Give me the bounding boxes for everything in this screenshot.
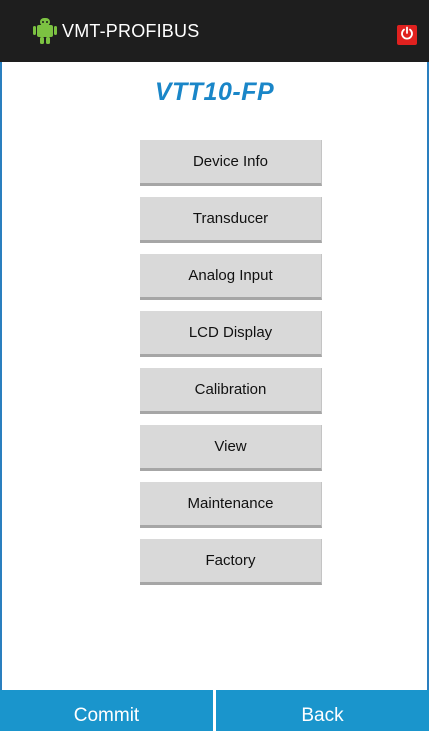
back-button[interactable]: Back <box>216 690 429 731</box>
main-menu: Device Info Transducer Analog Input LCD … <box>140 140 322 596</box>
commit-button[interactable]: Commit <box>0 690 216 731</box>
bottom-action-bar: Commit Back <box>0 690 429 731</box>
title-bar: VMT-PROFIBUS <box>0 0 429 62</box>
analog-input-button[interactable]: Analog Input <box>140 254 322 300</box>
android-robot-icon <box>32 16 58 46</box>
app-title: VMT-PROFIBUS <box>62 20 200 41</box>
transducer-button[interactable]: Transducer <box>140 197 322 243</box>
lcd-display-button[interactable]: LCD Display <box>140 311 322 357</box>
device-info-button[interactable]: Device Info <box>140 140 322 186</box>
view-button[interactable]: View <box>140 425 322 471</box>
maintenance-button[interactable]: Maintenance <box>140 482 322 528</box>
device-title: VTT10-FP <box>154 78 275 106</box>
calibration-button[interactable]: Calibration <box>140 368 322 414</box>
power-button[interactable] <box>397 25 417 45</box>
factory-button[interactable]: Factory <box>140 539 322 585</box>
power-icon <box>400 26 414 45</box>
